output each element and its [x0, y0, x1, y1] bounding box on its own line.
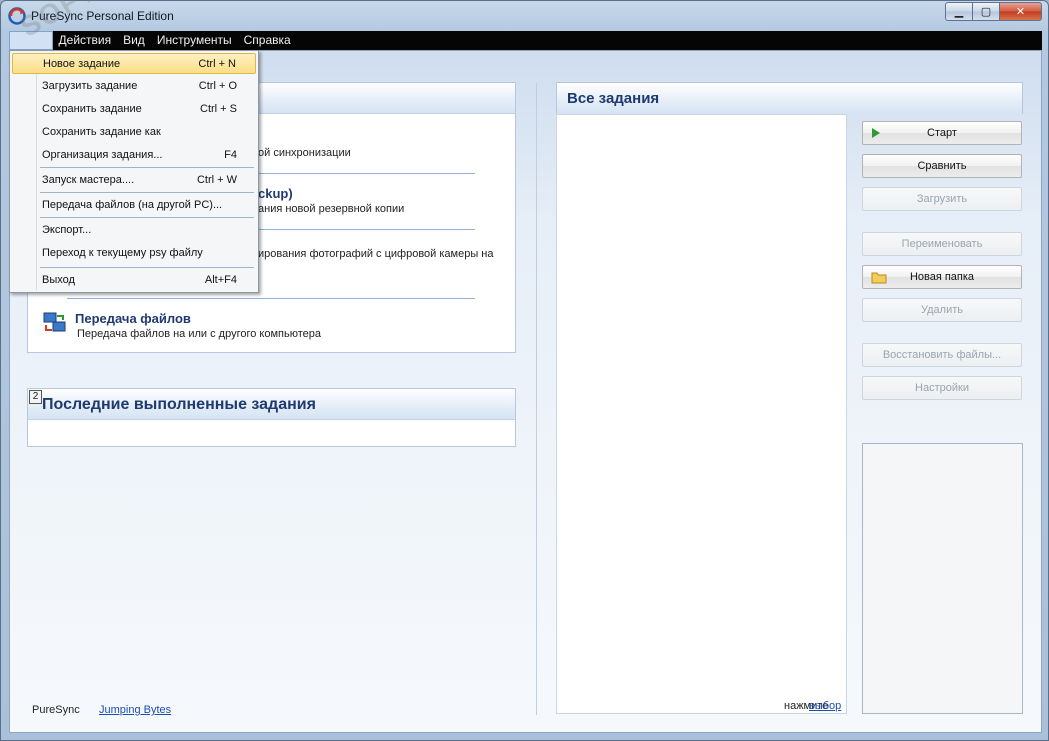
menu-item-shortcut: Ctrl + N	[198, 58, 236, 70]
new-folder-button[interactable]: Новая папка	[862, 265, 1022, 289]
compare-button[interactable]: Сравнить	[862, 154, 1022, 178]
menu-separator	[40, 192, 254, 193]
menu-item-label: Сохранить задание как	[42, 126, 161, 138]
menu-item-go-to-psy[interactable]: Переход к текущему psy файлу	[12, 243, 256, 264]
compare-button-label: Сравнить	[917, 160, 967, 172]
menu-item-save-task-as[interactable]: Сохранить задание как	[12, 122, 256, 143]
menu-separator	[40, 267, 254, 268]
divider	[67, 298, 475, 299]
all-tasks-title: Все задания	[557, 83, 1022, 114]
task-desc: ания новой резервной копии	[258, 203, 405, 215]
menu-item-new-task[interactable]: Новое задание Ctrl + N	[12, 53, 256, 74]
folder-icon	[871, 272, 887, 284]
title-bar: PureSync Personal Edition ▁ ▢ ✕	[1, 1, 1048, 31]
task-item-transfer[interactable]: Передача файлов Передача файлов на или с…	[75, 311, 321, 340]
menu-help[interactable]: Справка	[238, 31, 297, 50]
start-button[interactable]: Старт	[862, 121, 1022, 145]
menu-tools[interactable]: Инструменты	[151, 31, 238, 50]
start-button-label: Старт	[927, 127, 957, 139]
menu-item-shortcut: Alt+F4	[204, 274, 237, 286]
restore-files-button-label: Восстановить файлы...	[882, 349, 1002, 361]
details-panel	[862, 443, 1023, 714]
menu-item-label: Экспорт...	[42, 224, 92, 236]
task-title: Передача файлов	[75, 311, 191, 326]
recent-tasks-panel: Последние выполненные задания	[27, 388, 516, 447]
play-icon	[872, 128, 880, 138]
jumping-bytes-link[interactable]: Jumping Bytes	[99, 704, 171, 716]
window-controls: ▁ ▢ ✕	[945, 2, 1042, 21]
task-desc: Передача файлов на или с другого компьют…	[77, 328, 321, 340]
menu-item-shortcut: Ctrl + W	[196, 174, 237, 186]
keyboard-shortcut-badge: 2	[29, 390, 42, 404]
load-button[interactable]: Загрузить	[862, 187, 1022, 211]
file-menu-dropdown: Новое задание Ctrl + N Загрузить задание…	[9, 50, 259, 293]
vertical-divider	[536, 83, 537, 715]
settings-button-label: Настройки	[915, 382, 969, 394]
settings-button[interactable]: Настройки	[862, 376, 1022, 400]
menu-item-label: Организация задания...	[42, 149, 163, 161]
menu-view[interactable]: Вид	[117, 31, 151, 50]
menu-item-exit[interactable]: Выход Alt+F4	[12, 270, 256, 291]
menu-item-label: Сохранить задание	[42, 103, 142, 115]
load-button-label: Загрузить	[916, 193, 968, 205]
menu-item-shortcut: F4	[224, 149, 237, 161]
rename-button[interactable]: Переименовать	[862, 232, 1022, 256]
file-transfer-icon	[43, 312, 66, 332]
footer-app-name: PureSync	[32, 704, 80, 716]
menu-item-label: Загрузить задание	[42, 80, 138, 92]
menu-item-load-task[interactable]: Загрузить задание Ctrl + O	[12, 76, 256, 97]
rename-button-label: Переименовать	[901, 238, 983, 250]
menu-item-label: Переход к текущему psy файлу	[42, 247, 203, 259]
menu-actions[interactable]: Действия	[53, 31, 118, 50]
task-title: ckup)	[258, 186, 293, 201]
menu-separator	[40, 217, 254, 218]
menu-item-label: Запуск мастера....	[42, 174, 135, 186]
menu-item-organize-task[interactable]: Организация задания... F4	[12, 145, 256, 166]
menu-item-label: Передача файлов (на другой PC)...	[42, 199, 223, 211]
delete-button-label: Удалить	[921, 304, 963, 316]
task-desc: ой синхронизации	[258, 147, 351, 159]
select-link[interactable]: выбор	[809, 700, 841, 712]
recent-tasks-title: Последние выполненные задания	[28, 389, 515, 420]
menu-item-export[interactable]: Экспорт...	[12, 220, 256, 241]
menu-item-run-wizard[interactable]: Запуск мастера.... Ctrl + W	[12, 170, 256, 191]
task-desc: ирования фотографий с цифровой камеры на	[258, 248, 494, 260]
new-folder-button-label: Новая папка	[909, 271, 975, 283]
menu-separator	[40, 167, 254, 168]
menu-item-file-transfer[interactable]: Передача файлов (на другой PC)...	[12, 195, 256, 216]
menu-item-shortcut: Ctrl + O	[198, 80, 237, 92]
close-button[interactable]: ✕	[999, 2, 1042, 21]
delete-button[interactable]: Удалить	[862, 298, 1022, 322]
task-title: )	[252, 130, 351, 145]
menu-bar: Файл Действия Вид Инструменты Справка	[9, 31, 1042, 50]
restore-files-button[interactable]: Восстановить файлы...	[862, 343, 1022, 367]
app-window: PureSync Personal Edition ▁ ▢ ✕ Файл Дей…	[0, 0, 1049, 741]
menu-item-label: Выход	[42, 274, 75, 286]
menu-item-save-task[interactable]: Сохранить задание Ctrl + S	[12, 99, 256, 120]
menu-item-label: Новое задание	[43, 58, 121, 70]
menu-item-shortcut: Ctrl + S	[200, 103, 237, 115]
minimize-button[interactable]: ▁	[945, 2, 972, 21]
maximize-button[interactable]: ▢	[972, 2, 999, 21]
all-tasks-header-panel: Все задания	[556, 82, 1023, 114]
all-tasks-list[interactable]	[556, 114, 847, 714]
